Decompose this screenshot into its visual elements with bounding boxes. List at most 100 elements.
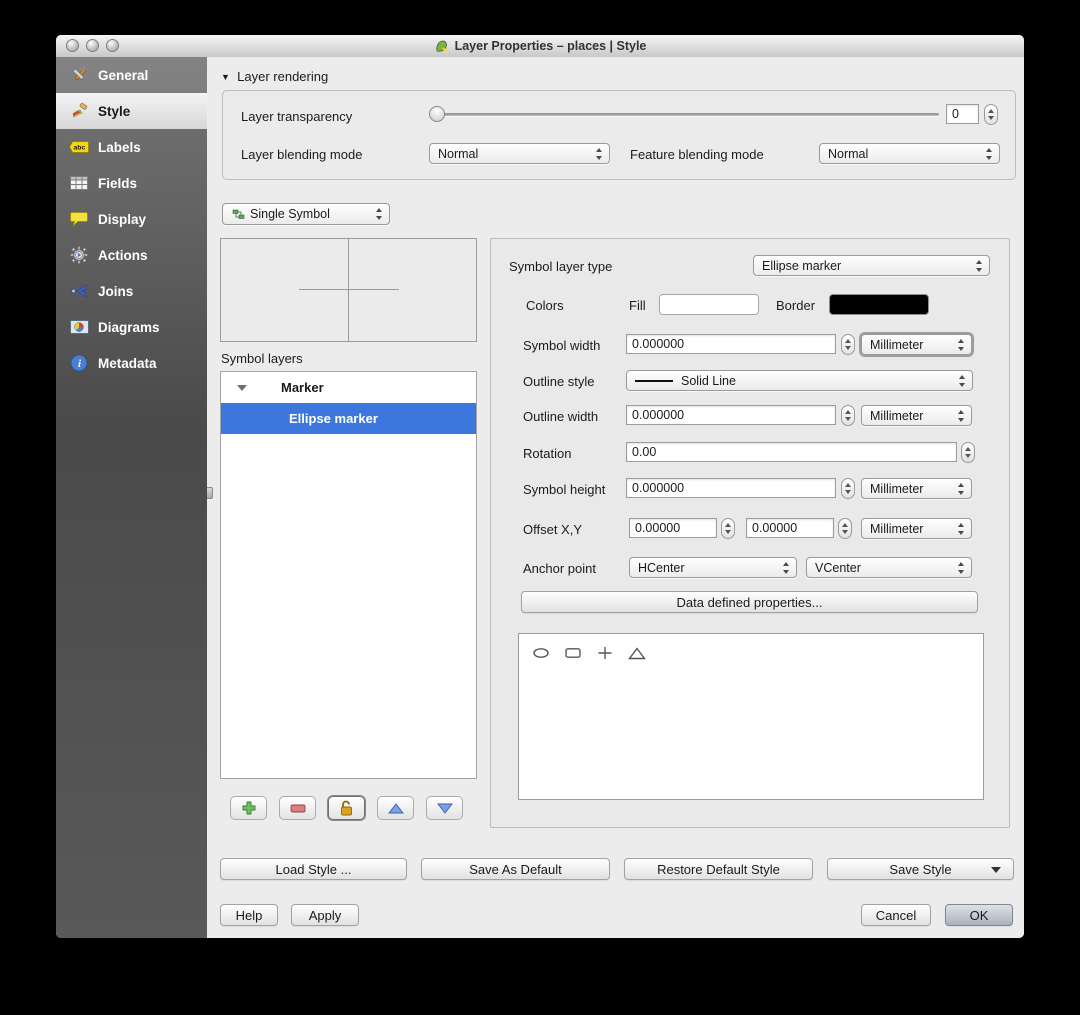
- offset-y-stepper[interactable]: [838, 518, 852, 539]
- splitter-grip[interactable]: [207, 487, 213, 499]
- apply-button[interactable]: Apply: [291, 904, 359, 926]
- symbol-height-unit-select[interactable]: Millimeter: [861, 478, 972, 499]
- save-style-button[interactable]: Save Style: [827, 858, 1014, 880]
- join-arrow-icon: [69, 281, 89, 301]
- plus-icon: [239, 798, 259, 818]
- sidebar-item-metadata[interactable]: i Metadata: [56, 345, 207, 381]
- offset-y-input[interactable]: 0.00000: [746, 518, 834, 538]
- symbol-height-input[interactable]: 0.000000: [626, 478, 836, 498]
- layer-rendering-group: Layer transparency 0 Layer blending mode…: [222, 90, 1016, 180]
- ellipse-shape-icon[interactable]: [531, 643, 551, 663]
- qgis-logo-icon: [434, 39, 449, 54]
- slider-knob[interactable]: [429, 106, 445, 122]
- diagram-icon: [69, 317, 89, 337]
- paintbrush-icon: [69, 101, 89, 121]
- layer-blending-mode-label: Layer blending mode: [241, 147, 363, 162]
- layer-transparency-stepper[interactable]: [984, 104, 998, 125]
- move-layer-up-button[interactable]: [377, 796, 414, 820]
- anchor-point-label: Anchor point: [523, 561, 596, 576]
- minimize-button[interactable]: [86, 39, 99, 52]
- single-symbol-icon: [231, 207, 245, 221]
- symbol-preview: [220, 238, 477, 342]
- abc-tag-icon: abc: [69, 137, 89, 157]
- help-button[interactable]: Help: [220, 904, 278, 926]
- data-defined-properties-button[interactable]: Data defined properties...: [521, 591, 978, 613]
- tree-group-marker[interactable]: Marker: [221, 372, 476, 403]
- load-style-button[interactable]: Load Style ...: [220, 858, 407, 880]
- move-layer-down-button[interactable]: [426, 796, 463, 820]
- sidebar: General Style abc Labels Fields Display: [56, 57, 207, 938]
- combo-arrows-icon: [958, 482, 965, 495]
- ok-button[interactable]: OK: [945, 904, 1013, 926]
- dropdown-arrow-icon: [991, 867, 1001, 873]
- layer-rendering-header[interactable]: ▼ Layer rendering: [221, 69, 328, 84]
- symbol-layer-type-select[interactable]: Ellipse marker: [753, 255, 990, 276]
- slider-track[interactable]: [429, 113, 939, 116]
- tree-item-ellipse-marker[interactable]: Ellipse marker: [221, 403, 476, 434]
- layer-properties-dialog: Layer Properties – places | Style Genera…: [56, 35, 1024, 938]
- outline-width-input[interactable]: 0.000000: [626, 405, 836, 425]
- rotation-input[interactable]: 0.00: [626, 442, 957, 462]
- border-color-button[interactable]: [829, 294, 929, 315]
- title-bar[interactable]: Layer Properties – places | Style: [56, 35, 1024, 58]
- add-symbol-layer-button[interactable]: [230, 796, 267, 820]
- combo-arrows-icon: [959, 374, 966, 387]
- outline-width-unit-select[interactable]: Millimeter: [861, 405, 972, 426]
- combo-arrows-icon: [596, 147, 603, 160]
- offset-label: Offset X,Y: [523, 522, 583, 537]
- border-label: Border: [776, 298, 816, 313]
- fill-color-button[interactable]: [659, 294, 759, 315]
- triangle-shape-icon[interactable]: [627, 643, 647, 663]
- symbol-layer-type-label: Symbol layer type: [509, 259, 613, 274]
- save-as-default-button[interactable]: Save As Default: [421, 858, 610, 880]
- offset-x-stepper[interactable]: [721, 518, 735, 539]
- anchor-horizontal-select[interactable]: HCenter: [629, 557, 797, 578]
- renderer-select[interactable]: Single Symbol: [222, 203, 390, 225]
- rotation-label: Rotation: [523, 446, 572, 461]
- outline-width-stepper[interactable]: [841, 405, 855, 426]
- sidebar-item-diagrams[interactable]: Diagrams: [56, 309, 207, 345]
- restore-default-style-button[interactable]: Restore Default Style: [624, 858, 813, 880]
- offset-unit-select[interactable]: Millimeter: [861, 518, 972, 539]
- layer-transparency-input[interactable]: 0: [946, 104, 979, 124]
- rectangle-shape-icon[interactable]: [563, 643, 583, 663]
- combo-arrows-icon: [976, 259, 983, 272]
- outline-style-select[interactable]: Solid Line: [626, 370, 973, 391]
- feature-blending-mode-select[interactable]: Normal: [819, 143, 1000, 164]
- symbol-width-input[interactable]: 0.000000: [626, 334, 836, 354]
- cross-shape-icon[interactable]: [595, 643, 615, 663]
- cancel-button[interactable]: Cancel: [861, 904, 931, 926]
- lock-color-button[interactable]: [328, 796, 365, 820]
- symbol-layers-label: Symbol layers: [221, 351, 303, 366]
- symbol-height-stepper[interactable]: [841, 478, 855, 499]
- sidebar-item-style[interactable]: Style: [56, 93, 207, 129]
- outline-style-label: Outline style: [523, 374, 595, 389]
- layer-transparency-label: Layer transparency: [241, 109, 353, 124]
- layer-transparency-slider[interactable]: [429, 104, 939, 124]
- sidebar-item-general[interactable]: General: [56, 57, 207, 93]
- zoom-button[interactable]: [106, 39, 119, 52]
- rotation-stepper[interactable]: [961, 442, 975, 463]
- speech-bubble-icon: [69, 209, 89, 229]
- svg-text:abc: abc: [74, 145, 86, 152]
- sidebar-item-joins[interactable]: Joins: [56, 273, 207, 309]
- minus-icon: [288, 798, 308, 818]
- symbol-width-unit-select[interactable]: Millimeter: [861, 334, 972, 355]
- anchor-vertical-select[interactable]: VCenter: [806, 557, 972, 578]
- sidebar-item-fields[interactable]: Fields: [56, 165, 207, 201]
- combo-arrows-icon: [376, 208, 383, 220]
- close-button[interactable]: [66, 39, 79, 52]
- layer-blending-mode-select[interactable]: Normal: [429, 143, 610, 164]
- sidebar-item-actions[interactable]: Actions: [56, 237, 207, 273]
- sidebar-item-labels[interactable]: abc Labels: [56, 129, 207, 165]
- expander-triangle-icon[interactable]: [237, 384, 247, 391]
- collapse-triangle-icon: ▼: [221, 72, 230, 82]
- remove-symbol-layer-button[interactable]: [279, 796, 316, 820]
- offset-x-input[interactable]: 0.00000: [629, 518, 717, 538]
- shape-options-list[interactable]: [518, 633, 984, 800]
- table-icon: [69, 173, 89, 193]
- symbol-width-stepper[interactable]: [841, 334, 855, 355]
- sidebar-item-display[interactable]: Display: [56, 201, 207, 237]
- preview-horizontal-line: [299, 289, 399, 290]
- combo-arrows-icon: [958, 338, 965, 351]
